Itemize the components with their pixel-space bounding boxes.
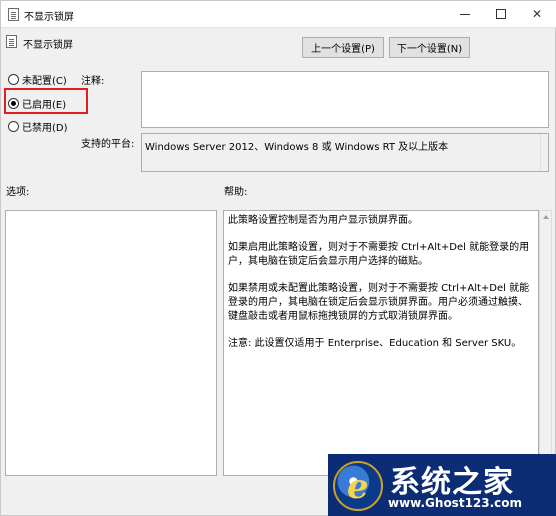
radio-not-configured-button[interactable] (8, 74, 19, 85)
minimize-button[interactable] (447, 1, 483, 27)
policy-title: 不显示锁屏 (23, 40, 73, 51)
minimize-icon (460, 13, 470, 15)
radio-not-configured-label: 未配置(C) (22, 76, 67, 87)
platform-scrollbar[interactable] (540, 134, 548, 171)
maximize-button[interactable] (483, 1, 519, 27)
radio-enabled[interactable]: 已启用(E) (8, 96, 66, 111)
scroll-up-icon[interactable] (543, 215, 549, 219)
maximize-icon (496, 9, 506, 19)
watermark-title: 系统之家 (390, 465, 514, 500)
help-scrollbar[interactable] (539, 210, 552, 476)
close-icon: ✕ (531, 7, 543, 21)
watermark-url: www.Ghost123.com (388, 496, 523, 510)
policy-settings-icon (8, 8, 19, 21)
comment-label: 注释: (81, 76, 105, 87)
options-label: 选项: (6, 187, 30, 198)
comment-textarea[interactable] (141, 71, 549, 128)
policy-dialog-window: 不显示锁屏 ✕ 不显示锁屏 上一个设置(P) 下一个设置(N) 未配置(C) 已… (0, 0, 556, 516)
previous-setting-button[interactable]: 上一个设置(P) (302, 37, 384, 58)
site-logo-icon (333, 461, 383, 511)
help-label: 帮助: (224, 187, 248, 198)
radio-disabled-label: 已禁用(D) (22, 123, 68, 134)
radio-disabled-button[interactable] (8, 121, 19, 132)
help-paragraph: 此策略设置控制是否为用户显示锁屏界面。 (228, 215, 418, 226)
help-paragraph: 如果启用此策略设置，则对于不需要按 Ctrl+Alt+Del 就能登录的用户，其… (228, 242, 530, 267)
options-pane (5, 210, 217, 476)
radio-disabled[interactable]: 已禁用(D) (8, 119, 68, 134)
close-button[interactable]: ✕ (519, 1, 555, 27)
help-pane: 此策略设置控制是否为用户显示锁屏界面。 如果启用此策略设置，则对于不需要按 Ct… (223, 210, 539, 476)
supported-platform-value: Windows Server 2012、Windows 8 或 Windows … (145, 142, 449, 153)
supported-platform-field: Windows Server 2012、Windows 8 或 Windows … (141, 133, 549, 172)
title-bar: 不显示锁屏 ✕ (1, 1, 556, 28)
policy-settings-icon (6, 35, 17, 48)
window-title: 不显示锁屏 (24, 12, 74, 23)
radio-enabled-label: 已启用(E) (22, 100, 67, 111)
help-paragraph: 注意: 此设置仅适用于 Enterprise、Education 和 Serve… (228, 338, 522, 349)
help-paragraph: 如果禁用或未配置此策略设置，则对于不需要按 Ctrl+Alt+Del 就能登录的… (228, 283, 530, 322)
supported-platform-label: 支持的平台: (81, 139, 135, 150)
next-setting-button[interactable]: 下一个设置(N) (389, 37, 470, 58)
radio-enabled-button[interactable] (8, 98, 19, 109)
site-watermark: 系统之家 www.Ghost123.com (328, 454, 556, 516)
radio-not-configured[interactable]: 未配置(C) (8, 72, 67, 87)
